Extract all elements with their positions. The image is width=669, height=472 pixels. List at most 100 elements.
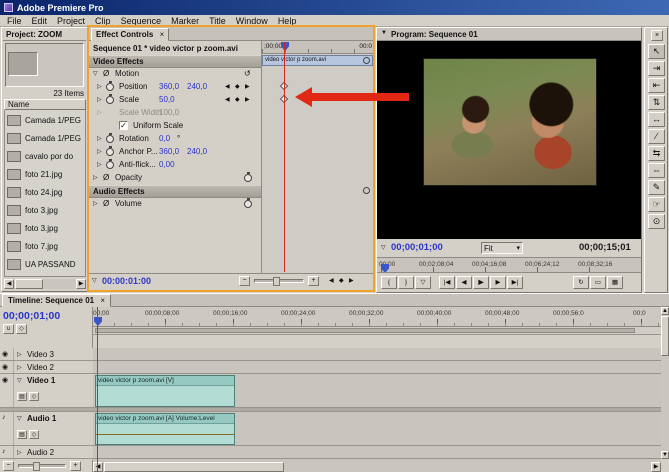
position-x-value[interactable]: 360,0: [159, 82, 179, 91]
toggle-animation-icon[interactable]: [106, 83, 114, 91]
collapse-icon[interactable]: ▽: [17, 377, 22, 384]
scroll-down-icon[interactable]: ▼: [661, 451, 669, 459]
next-keyframe-icon[interactable]: ▶: [245, 96, 250, 103]
timeline-playhead-line[interactable]: [97, 307, 98, 472]
effect-enable-icon[interactable]: Ø: [103, 69, 109, 78]
razor-tool[interactable]: ∕: [648, 129, 665, 144]
track-header-video-2[interactable]: ◉▷Video 2: [0, 361, 93, 374]
motion-effect-row[interactable]: ▽ Ø Motion ↺: [89, 68, 261, 81]
snap-button[interactable]: ∪: [3, 324, 14, 334]
scroll-right-icon[interactable]: ▶: [651, 462, 661, 472]
previous-keyframe-icon[interactable]: ◀: [329, 277, 334, 284]
track-lane-video-2[interactable]: [93, 361, 661, 374]
effects-current-timecode[interactable]: 00:00:01:00: [102, 276, 151, 286]
track-lane-video-3[interactable]: [93, 348, 661, 361]
eye-icon[interactable]: ◉: [2, 350, 8, 358]
anchor-x-value[interactable]: 360,0: [159, 147, 179, 156]
work-area-bar[interactable]: [93, 327, 661, 335]
zoom-in-icon[interactable]: +: [308, 276, 319, 286]
program-header[interactable]: ▼ Program: Sequence 01: [377, 28, 641, 41]
project-item[interactable]: Camada 1/PEG: [5, 112, 85, 130]
previous-keyframe-icon[interactable]: ◀: [225, 96, 230, 103]
add-marker-button[interactable]: ◇: [16, 324, 27, 334]
effect-name[interactable]: Volume: [115, 199, 142, 208]
expand-icon[interactable]: ▷: [97, 148, 102, 155]
tab-timeline[interactable]: Timeline: Sequence 01 ×: [2, 294, 111, 307]
scroll-left-icon[interactable]: ◀: [93, 462, 103, 472]
scroll-left-icon[interactable]: ◀: [4, 279, 14, 289]
rolling-edit-tool[interactable]: ⇅: [648, 95, 665, 110]
collapse-icon[interactable]: ▽: [17, 415, 22, 422]
project-panel-title[interactable]: Project: ZOOM: [3, 29, 86, 41]
toggle-animation-icon[interactable]: [106, 135, 114, 143]
safe-margins-button[interactable]: ▭: [590, 276, 606, 289]
effects-ruler[interactable]: ;00;00 00:0: [262, 41, 373, 54]
zoom-out-icon[interactable]: −: [3, 461, 14, 471]
toggle-animation-icon[interactable]: [106, 96, 114, 104]
anchor-y-value[interactable]: 240,0: [187, 147, 207, 156]
scroll-up-icon[interactable]: ▲: [661, 307, 669, 315]
tab-effect-controls[interactable]: Effect Controls ×: [91, 28, 169, 41]
set-display-style-button[interactable]: ▤: [17, 430, 27, 439]
project-item[interactable]: foto 21.jpg: [5, 166, 85, 184]
set-in-point-button[interactable]: {: [381, 276, 397, 289]
timeline-audio-clip[interactable]: video victor p zoom.avi [A] Volume:Level: [95, 413, 235, 445]
antiflicker-value[interactable]: 0,00: [159, 160, 175, 169]
slide-tool[interactable]: ⇔: [648, 163, 665, 178]
rate-stretch-tool[interactable]: ↔: [648, 112, 665, 127]
zoom-slider-thumb[interactable]: [33, 462, 40, 471]
collapse-icon[interactable]: ▷: [17, 351, 22, 358]
project-item[interactable]: foto 3.jpg: [5, 220, 85, 238]
menu-edit[interactable]: Edit: [27, 15, 53, 26]
project-item[interactable]: foto 7.jpg: [5, 238, 85, 256]
program-current-timecode[interactable]: 00;00;01;00: [391, 242, 443, 253]
work-area-segment[interactable]: [95, 328, 635, 333]
effect-enable-icon[interactable]: Ø: [103, 199, 109, 208]
checkbox-label[interactable]: Uniform Scale: [133, 121, 183, 130]
output-button[interactable]: ▦: [607, 276, 623, 289]
zoom-tool[interactable]: ⊙: [648, 214, 665, 229]
show-keyframes-button[interactable]: ◇: [29, 430, 39, 439]
video-effects-header[interactable]: Video Effects: [89, 55, 261, 68]
scale-value[interactable]: 50,0: [159, 95, 175, 104]
play-button[interactable]: ▶: [473, 276, 489, 289]
expand-icon[interactable]: ▷: [97, 96, 102, 103]
timeline-vscrollbar[interactable]: ▲ ▼: [661, 307, 669, 459]
scroll-thumb[interactable]: [661, 316, 669, 356]
track-lane-audio-2[interactable]: [93, 446, 661, 459]
opacity-effect-row[interactable]: ▷ Ø Opacity: [89, 172, 261, 185]
panel-menu-icon[interactable]: ▼: [381, 30, 387, 36]
timeline-current-timecode[interactable]: 00;00;01;00: [3, 310, 60, 322]
scroll-thumb[interactable]: [104, 462, 284, 472]
program-ruler[interactable]: 00;00 00;02;08;04 00;04;16;08 00;06;24;1…: [377, 257, 641, 273]
scroll-right-icon[interactable]: ▶: [76, 279, 86, 289]
project-item[interactable]: foto 24.jpg: [5, 184, 85, 202]
zoom-out-icon[interactable]: −: [239, 276, 250, 286]
volume-rubber-band[interactable]: [96, 434, 234, 435]
audio-effects-header[interactable]: Audio Effects: [89, 185, 261, 198]
effects-clip-bar[interactable]: video victor p zoom.avi: [262, 55, 373, 66]
timeline-hscrollbar[interactable]: ◀ ▶: [93, 462, 661, 472]
effect-enable-icon[interactable]: Ø: [103, 173, 109, 182]
project-item[interactable]: cavalo por do: [5, 148, 85, 166]
effect-name[interactable]: Opacity: [115, 173, 142, 182]
toggle-effects-icon[interactable]: [363, 57, 370, 64]
ripple-edit-tool[interactable]: ⇤: [648, 78, 665, 93]
close-tab-icon[interactable]: ×: [160, 30, 165, 39]
add-keyframe-icon[interactable]: ◆: [235, 83, 240, 90]
hand-tool[interactable]: ☞: [648, 197, 665, 212]
zoom-in-icon[interactable]: +: [70, 461, 81, 471]
project-hscrollbar[interactable]: ◀ ▶: [4, 279, 86, 289]
expand-icon[interactable]: ▷: [97, 83, 102, 90]
set-out-point-button[interactable]: }: [398, 276, 414, 289]
toggle-animation-icon[interactable]: [244, 174, 252, 182]
uniform-scale-checkbox[interactable]: ✓: [119, 121, 128, 130]
show-keyframes-button[interactable]: ◇: [29, 392, 39, 401]
toggle-animation-icon[interactable]: [106, 148, 114, 156]
track-header-audio-1[interactable]: ♪▽Audio 1 ▤ ◇: [0, 412, 93, 446]
next-keyframe-icon[interactable]: ▶: [349, 277, 354, 284]
go-to-previous-edit-button[interactable]: |◀: [439, 276, 455, 289]
position-y-value[interactable]: 240,0: [187, 82, 207, 91]
toggle-effects-icon[interactable]: [363, 187, 370, 194]
track-select-tool[interactable]: ⇥: [648, 61, 665, 76]
